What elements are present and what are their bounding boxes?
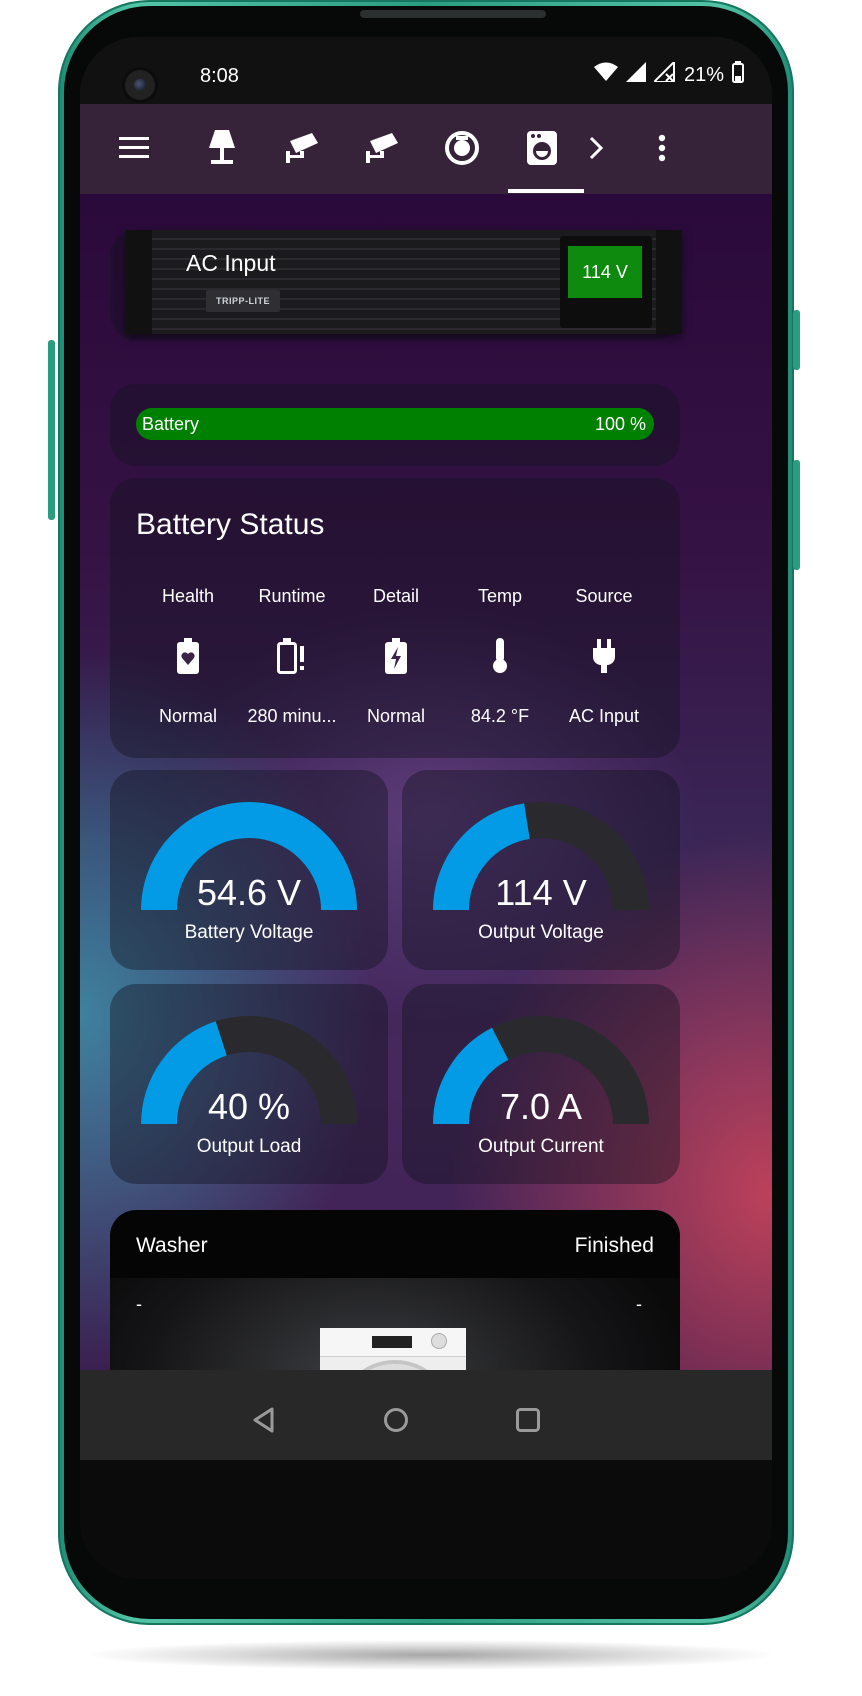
- gauge-output-load[interactable]: 40 % Output Load: [110, 984, 388, 1184]
- nav-back-button[interactable]: [244, 1400, 284, 1440]
- gauge-label: Output Voltage: [478, 922, 604, 943]
- front-camera: [125, 70, 155, 100]
- status-health[interactable]: Health Normal: [136, 586, 240, 727]
- overflow-menu-button[interactable]: [636, 122, 688, 174]
- power-button: [793, 460, 800, 570]
- gauge-value: 114 V: [495, 872, 587, 913]
- back-triangle-icon: [253, 1407, 274, 1433]
- screen: 8:08 21% TRIPP-LITE 114 V AC Input Batte…: [80, 37, 772, 1579]
- status-bar: 8:08 21%: [80, 37, 772, 104]
- cctv-icon: [286, 133, 318, 163]
- system-nav-bar: [80, 1370, 772, 1460]
- status-time: 8:08: [200, 65, 239, 87]
- tab-washer[interactable]: [516, 122, 568, 174]
- hamburger-icon: [119, 137, 149, 158]
- gauge-value: 7.0 A: [499, 1086, 583, 1127]
- nav-home-button[interactable]: [376, 1400, 416, 1440]
- dashboard-content: TRIPP-LITE 114 V AC Input Battery 100 % …: [80, 194, 772, 1378]
- robot-vacuum-icon: [445, 131, 479, 165]
- gauge-label: Output Load: [196, 1136, 302, 1157]
- menu-button[interactable]: [108, 122, 160, 174]
- ups-front-panel: 114 V: [560, 236, 652, 328]
- washer-left-value: -: [136, 1294, 142, 1314]
- signal-icon: [625, 62, 646, 88]
- gauge-battery-voltage[interactable]: 54.6 V Battery Voltage: [110, 770, 388, 970]
- ups-lcd-reading: 114 V: [568, 246, 642, 298]
- thermometer-icon: [493, 638, 507, 673]
- battery-status-title: Battery Status: [136, 508, 325, 541]
- battery-bar: Battery 100 %: [136, 408, 654, 440]
- washing-machine-icon: [527, 131, 557, 165]
- phone-shadow: [90, 1640, 772, 1670]
- gauge-label: Output Current: [478, 1136, 604, 1157]
- toolbar: [80, 104, 772, 194]
- status-source[interactable]: Source AC Input: [552, 586, 656, 727]
- status-value: Normal: [366, 706, 425, 726]
- washer-status: Finished: [574, 1234, 654, 1257]
- battery-bar-label: Battery: [142, 414, 200, 434]
- ups-source-label: AC Input: [186, 250, 276, 276]
- battery-bar-value: 100 %: [594, 414, 646, 434]
- dots-vertical-icon: [658, 134, 666, 162]
- recents-square-icon: [516, 1408, 540, 1432]
- tab-lamp[interactable]: [196, 122, 248, 174]
- battery-alert-icon: [277, 638, 304, 674]
- battery-bar-fill: [136, 408, 654, 440]
- status-value: 84.2 °F: [470, 706, 530, 726]
- ups-brand-logo: TRIPP-LITE: [206, 290, 280, 312]
- gauge-value: 40 %: [207, 1086, 291, 1127]
- gauge-output-current[interactable]: 7.0 A Output Current: [402, 984, 680, 1184]
- status-label: Source: [575, 586, 633, 606]
- status-label: Runtime: [258, 586, 326, 606]
- status-value: 280 minu...: [247, 706, 337, 726]
- power-plug-icon: [593, 639, 615, 673]
- more-tabs-button[interactable]: [576, 122, 616, 174]
- battery-icon: [732, 61, 744, 89]
- status-value: AC Input: [568, 706, 640, 726]
- status-label: Temp: [477, 586, 522, 606]
- nav-recents-button[interactable]: [508, 1400, 548, 1440]
- lamp-icon: [209, 130, 235, 164]
- tab-camera-1[interactable]: [276, 122, 328, 174]
- signal-no-service-icon: [651, 59, 676, 88]
- chevron-right-icon: [589, 136, 604, 160]
- tab-camera-2[interactable]: [356, 122, 408, 174]
- washer-right-value: -: [636, 1294, 642, 1314]
- status-detail[interactable]: Detail Normal: [344, 586, 448, 727]
- washer-title: Washer: [136, 1234, 208, 1257]
- battery-percent: 21%: [683, 63, 724, 86]
- gauge-label: Battery Voltage: [184, 922, 314, 943]
- home-circle-icon: [384, 1408, 408, 1432]
- status-value: Normal: [158, 706, 217, 726]
- battery-status-card: Battery Status Health Normal Runtime 280…: [110, 478, 680, 758]
- status-temp[interactable]: Temp 84.2 °F: [448, 586, 552, 727]
- battery-charging-icon: [385, 638, 407, 674]
- battery-heart-icon: [177, 638, 199, 674]
- ups-picture: TRIPP-LITE 114 V AC Input: [126, 230, 682, 334]
- tab-vacuum[interactable]: [436, 122, 488, 174]
- active-tab-indicator: [508, 189, 584, 193]
- volume-button: [48, 340, 55, 520]
- alert-slider: [793, 310, 800, 370]
- gauge-output-voltage[interactable]: 114 V Output Voltage: [402, 770, 680, 970]
- wifi-icon: [593, 62, 618, 88]
- gauge-value: 54.6 V: [196, 872, 302, 913]
- washer-card[interactable]: Washer Finished - -: [110, 1210, 680, 1378]
- status-label: Health: [161, 586, 215, 606]
- cctv-icon: [366, 133, 398, 163]
- status-label: Detail: [372, 586, 420, 606]
- status-runtime[interactable]: Runtime 280 minu...: [240, 586, 344, 727]
